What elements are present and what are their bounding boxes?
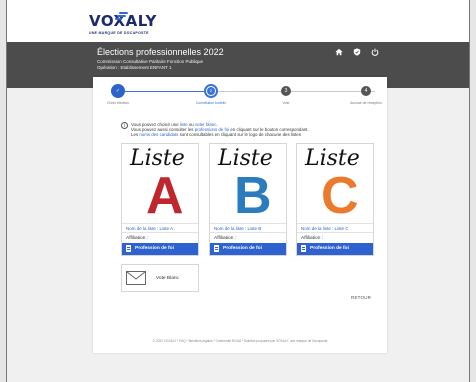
shield-icon[interactable]	[353, 48, 361, 58]
profession-de-foi-button-c[interactable]: Profession de foi	[297, 243, 373, 255]
list-affiliation: Affiliation :	[122, 232, 198, 242]
info-text: sont consultables en cliquant sur le log…	[178, 132, 301, 137]
envelope-icon	[126, 271, 146, 285]
list-name[interactable]: Nom de la liste : Liste C	[297, 223, 373, 232]
list-name[interactable]: Nom de la liste : Liste B	[210, 223, 286, 232]
step-connector	[217, 91, 375, 92]
list-logo-c[interactable]: Liste C	[297, 144, 373, 223]
info-link-candidates: noms des candidats	[139, 132, 179, 137]
page-title: Élections professionnelles 2022	[97, 47, 224, 57]
step-connector	[120, 91, 208, 92]
list-affiliation: Affiliation :	[210, 232, 286, 242]
profession-de-foi-button-b[interactable]: Profession de foi	[210, 243, 286, 255]
header-subtitle-commission: Commission Consultative Paritaire Foncti…	[97, 59, 204, 64]
step-4-indicator: 4	[361, 86, 371, 96]
button-label: Profession de foi	[135, 246, 174, 251]
profession-de-foi-button-a[interactable]: Profession de foi	[122, 243, 198, 255]
list-letter: B	[234, 167, 272, 223]
step-4-label: Accusé de réception	[350, 101, 382, 105]
info-line-candidates: Les noms des candidats sont consultables…	[131, 132, 301, 137]
step-2-number: 2	[207, 87, 215, 95]
step-3-label: Vote	[282, 101, 290, 105]
document-icon	[126, 245, 131, 252]
list-letter: A	[146, 167, 184, 223]
step-2-label: Constitution bulletin	[195, 101, 227, 105]
list-name[interactable]: Nom de la liste : Liste A	[122, 223, 198, 232]
ballot-panel: ✓ Choix élection 2 Constitution bulletin…	[93, 77, 387, 353]
header-subtitle-operation: Opération : Etablissement ENFANT 1	[97, 65, 172, 70]
list-letter: C	[321, 167, 359, 223]
footer-links[interactable]: © 2022 VOXALY * FAQ * Mentions légales *…	[93, 339, 387, 343]
top-bar: VOXALY UNE MARQUE DE DOCAPOSTE	[7, 0, 469, 42]
list-card-b: Liste B Nom de la liste : Liste B Affili…	[209, 143, 287, 256]
document-icon	[214, 245, 219, 252]
list-logo-b[interactable]: Liste B	[210, 144, 286, 223]
brand-tagline: UNE MARQUE DE DOCAPOSTE	[89, 31, 149, 35]
step-1-indicator: ✓	[111, 84, 125, 98]
retour-button[interactable]: RETOUR	[351, 295, 371, 300]
step-1-label: Choix élection	[107, 101, 129, 105]
list-card-c: Liste C Nom de la liste : Liste C Affili…	[296, 143, 374, 256]
vote-blanc-card[interactable]: Vote Blanc	[121, 264, 199, 292]
step-3-indicator: 3	[281, 86, 291, 96]
home-icon[interactable]	[335, 48, 343, 58]
list-affiliation: Affiliation :	[297, 232, 373, 242]
power-icon[interactable]	[371, 48, 379, 58]
button-label: Profession de foi	[310, 246, 349, 251]
app-frame: VOXALY UNE MARQUE DE DOCAPOSTE Élections…	[6, 0, 470, 382]
info-icon: i	[121, 122, 128, 129]
vote-blanc-label: Vote Blanc	[156, 276, 179, 281]
list-logo-a[interactable]: Liste A	[122, 144, 198, 223]
document-icon	[301, 245, 306, 252]
step-2-indicator: 2	[204, 84, 218, 98]
button-label: Profession de foi	[223, 246, 262, 251]
list-card-a: Liste A Nom de la liste : Liste A Affili…	[121, 143, 199, 256]
